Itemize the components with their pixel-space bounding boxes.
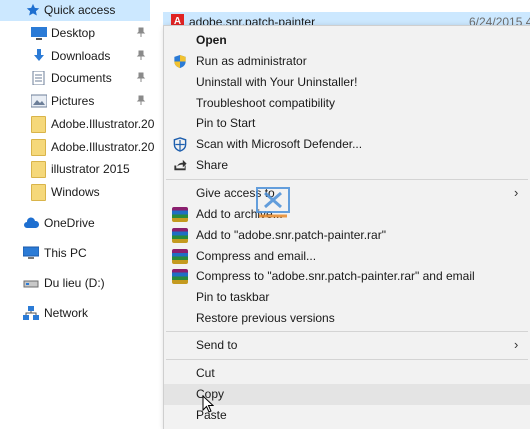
pin-icon[interactable] (136, 95, 146, 105)
menu-item-label: Compress to "adobe.snr.patch-painter.rar… (196, 269, 475, 283)
winrar-icon (172, 269, 188, 284)
watermark-logo-icon (256, 187, 290, 218)
nav-item-folder[interactable]: Adobe.Illustrator.20 (0, 136, 154, 158)
pin-icon[interactable] (136, 27, 146, 37)
computer-icon (23, 246, 39, 259)
nav-item-this-pc[interactable]: This PC (0, 242, 150, 264)
menu-item-label: Open (196, 33, 227, 47)
menu-item-label: Pin to taskbar (196, 290, 270, 304)
folder-icon (31, 116, 46, 133)
nav-item-documents[interactable]: Documents (0, 67, 150, 89)
drive-icon (23, 280, 39, 288)
context-menu: Open Run as administrator Uninstall with… (163, 25, 530, 429)
menu-item-paste[interactable]: Paste (164, 405, 530, 426)
chevron-right-icon: › (514, 185, 519, 200)
menu-item-compress-to-rar-and-email[interactable]: Compress to "adobe.snr.patch-painter.rar… (164, 266, 530, 287)
menu-item-label: Send to (196, 338, 238, 352)
mouse-cursor-icon (202, 395, 214, 413)
menu-item-pin-to-start[interactable]: Pin to Start (164, 113, 530, 134)
cloud-icon (24, 217, 39, 228)
nav-label: This PC (44, 246, 87, 260)
menu-item-copy[interactable]: Copy (164, 384, 530, 405)
menu-separator (166, 179, 528, 180)
nav-label: Desktop (51, 26, 96, 40)
pin-icon[interactable] (136, 50, 146, 60)
menu-item-give-access-to[interactable]: Give access to › (164, 183, 530, 204)
nav-item-network[interactable]: Network (0, 302, 150, 324)
nav-item-desktop[interactable]: Desktop (0, 22, 150, 44)
menu-item-label: Cut (196, 366, 215, 380)
menu-item-restore-previous-versions[interactable]: Restore previous versions (164, 308, 530, 329)
pin-icon[interactable] (136, 72, 146, 82)
nav-label: Pictures (51, 94, 95, 108)
chevron-right-icon: › (514, 337, 519, 352)
star-icon (26, 3, 40, 16)
folder-icon (31, 184, 46, 201)
menu-item-label: Compress and email... (196, 249, 317, 263)
nav-label: Network (44, 306, 89, 320)
menu-item-label: Uninstall with Your Uninstaller! (196, 75, 358, 89)
nav-label: Quick access (44, 3, 116, 17)
menu-separator (166, 331, 528, 332)
nav-label: OneDrive (44, 216, 95, 230)
menu-item-send-to[interactable]: Send to › (164, 335, 530, 356)
nav-item-pictures[interactable]: Pictures (0, 90, 150, 112)
menu-item-compress-and-email[interactable]: Compress and email... (164, 246, 530, 267)
nav-item-folder[interactable]: Adobe.Illustrator.20 (0, 113, 154, 135)
winrar-icon (172, 249, 188, 264)
nav-label: Windows (51, 185, 100, 199)
desktop-icon (31, 27, 47, 40)
download-icon (34, 49, 44, 61)
nav-label: Adobe.Illustrator.20 (51, 140, 155, 154)
nav-item-drive-d[interactable]: Du lieu (D:) (0, 272, 150, 294)
menu-item-label: Add to "adobe.snr.patch-painter.rar" (196, 228, 386, 242)
menu-item-label: Run as administrator (196, 54, 307, 68)
share-icon (174, 159, 187, 171)
documents-icon (32, 71, 45, 85)
shield-icon (174, 54, 186, 69)
pictures-icon (31, 94, 47, 108)
nav-label: Du lieu (D:) (44, 276, 105, 290)
menu-item-share[interactable]: Share (164, 155, 530, 176)
menu-separator (166, 359, 528, 360)
menu-item-label: Troubleshoot compatibility (196, 96, 335, 110)
folder-icon (31, 139, 46, 156)
nav-label: Downloads (51, 49, 111, 63)
nav-item-quick-access[interactable]: Quick access (0, 0, 150, 21)
network-icon (23, 306, 39, 320)
menu-item-uninstall[interactable]: Uninstall with Your Uninstaller! (164, 72, 530, 93)
menu-item-label: Restore previous versions (196, 311, 335, 325)
nav-item-folder[interactable]: Windows (0, 181, 150, 203)
defender-icon (173, 137, 187, 152)
menu-item-scan-defender[interactable]: Scan with Microsoft Defender... (164, 134, 530, 155)
winrar-icon (172, 207, 188, 222)
nav-label: Documents (51, 71, 112, 85)
navigation-pane: Quick access Desktop Downloads Documents… (0, 0, 154, 428)
nav-label: Adobe.Illustrator.20 (51, 117, 155, 131)
nav-item-downloads[interactable]: Downloads (0, 45, 150, 67)
nav-label: illustrator 2015 (51, 162, 130, 176)
menu-item-add-to-rar[interactable]: Add to "adobe.snr.patch-painter.rar" (164, 225, 530, 246)
menu-item-label: Scan with Microsoft Defender... (196, 137, 363, 151)
menu-item-open[interactable]: Open (164, 30, 530, 51)
nav-item-onedrive[interactable]: OneDrive (0, 212, 150, 234)
menu-item-run-as-administrator[interactable]: Run as administrator (164, 51, 530, 72)
menu-item-cut[interactable]: Cut (164, 363, 530, 384)
menu-item-pin-to-taskbar[interactable]: Pin to taskbar (164, 287, 530, 308)
menu-item-label: Pin to Start (196, 116, 256, 130)
folder-icon (31, 161, 46, 178)
nav-item-folder[interactable]: illustrator 2015 (0, 158, 150, 180)
menu-item-add-to-archive[interactable]: Add to archive... (164, 204, 530, 225)
winrar-icon (172, 228, 188, 243)
menu-item-label: Share (196, 158, 229, 172)
menu-item-troubleshoot-compatibility[interactable]: Troubleshoot compatibility (164, 93, 530, 114)
